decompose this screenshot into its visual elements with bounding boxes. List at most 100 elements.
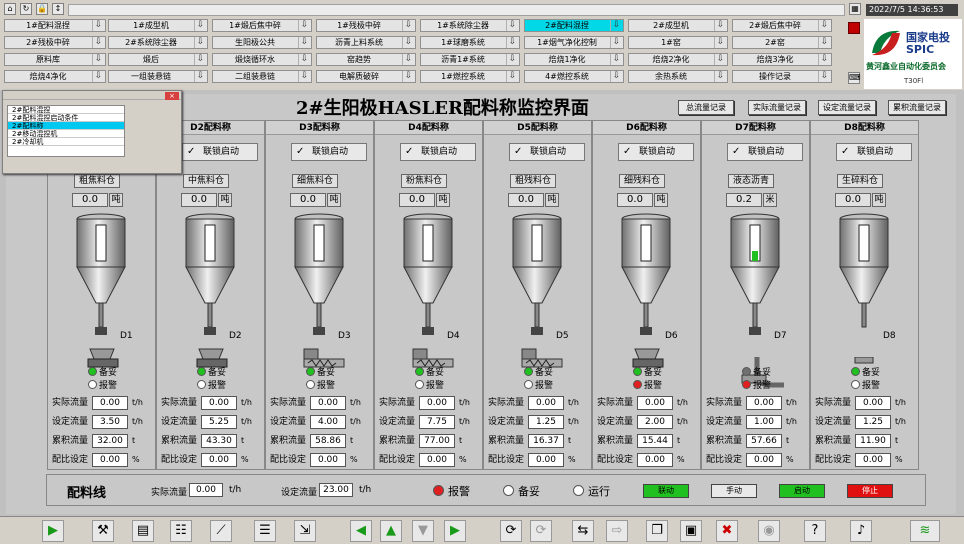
linked-mode-button[interactable]: 联动 (643, 484, 689, 498)
nav-item-3-3[interactable]: 电解质破碎 ⇩ (316, 70, 416, 83)
sound-icon[interactable]: ♪ (850, 520, 872, 542)
actual-flow-record-button[interactable]: 实际流量记录 (748, 100, 806, 115)
tools-icon[interactable]: ⚒ (92, 520, 114, 542)
ratio-value[interactable]: 0.00 (746, 453, 782, 467)
alarm-indicator[interactable] (848, 22, 860, 34)
manual-mode-button[interactable]: 手动 (711, 484, 757, 498)
lock-icon[interactable]: 🔒 (36, 3, 48, 15)
nav-item-0-1[interactable]: 1#成型机 ⇩ (108, 19, 208, 32)
line-set-value[interactable]: 23.00 (319, 483, 353, 497)
nav-item-3-1[interactable]: 一组装悬链 ⇩ (108, 70, 208, 83)
nav-item-0-4[interactable]: 1#系统除尘器 ⇩ (420, 19, 520, 32)
save-icon[interactable]: ▣ (680, 520, 702, 542)
set-flow-value[interactable]: 7.75 (419, 415, 455, 429)
nav-item-1-4[interactable]: 1#球磨系统 ⇩ (420, 36, 520, 49)
nav-item-3-2[interactable]: 二组装悬链 ⇩ (212, 70, 312, 83)
nav-item-0-5[interactable]: 2#配料混捏 ⇩ (524, 19, 624, 32)
export-icon[interactable]: ⇲ (294, 520, 316, 542)
interlock-checkbox[interactable]: ✓ 联锁启动 (400, 143, 476, 161)
popup-item[interactable]: 2#冷却机 (8, 138, 124, 146)
close-icon[interactable]: × (165, 92, 179, 100)
popup-item[interactable]: 2#配料混捏启动条件 (8, 114, 124, 122)
arrow-down-icon[interactable]: ▼ (412, 520, 434, 542)
interlock-checkbox[interactable]: ✓ 联锁启动 (291, 143, 367, 161)
cumulative-flow-record-button[interactable]: 累积流量记录 (888, 100, 946, 115)
ratio-value[interactable]: 0.00 (855, 453, 891, 467)
stop-button[interactable]: 停止 (847, 484, 893, 498)
refresh-icon[interactable]: ↻ (20, 3, 32, 15)
nav-item-0-7[interactable]: 2#煅后焦中碎 ⇩ (732, 19, 832, 32)
help-icon[interactable]: ? (804, 520, 826, 542)
total-flow-record-button[interactable]: 总流量记录 (678, 100, 734, 115)
total-flow-value: 11.90 (855, 434, 891, 448)
set-flow-value[interactable]: 1.00 (746, 415, 782, 429)
set-flow-record-button[interactable]: 设定流量记录 (818, 100, 876, 115)
interlock-checkbox[interactable]: ✓ 联锁启动 (618, 143, 694, 161)
nav-item-2-0[interactable]: 原料库 ⇩ (4, 53, 106, 66)
interlock-checkbox[interactable]: ✓ 联锁启动 (836, 143, 912, 161)
keyboard-icon[interactable]: ⌨ (848, 72, 861, 84)
report-icon[interactable]: ☷ (170, 520, 192, 542)
interlock-checkbox[interactable]: ✓ 联锁启动 (182, 143, 258, 161)
nav-item-2-3[interactable]: 窑趋势 ⇩ (316, 53, 416, 66)
home-icon[interactable]: ⌂ (4, 3, 16, 15)
nav-item-1-0[interactable]: 2#残极中碎 ⇩ (4, 36, 106, 49)
start-button[interactable]: 启动 (779, 484, 825, 498)
trend-icon[interactable]: ⟋ (210, 520, 232, 542)
nav-item-2-5[interactable]: 焙烧1净化 ⇩ (524, 53, 624, 66)
nav-item-2-4[interactable]: 沥青1#系统 ⇩ (420, 53, 520, 66)
popup-item[interactable]: 2#移动混捏机 (8, 130, 124, 138)
list-icon[interactable]: ☰ (254, 520, 276, 542)
ratio-value[interactable]: 0.00 (528, 453, 564, 467)
ratio-value[interactable]: 0.00 (637, 453, 673, 467)
nav-item-0-3[interactable]: 1#残极中碎 ⇩ (316, 19, 416, 32)
delete-icon[interactable]: ✖ (716, 520, 738, 542)
nav-item-3-7[interactable]: 操作记录 ⇩ (732, 70, 832, 83)
nav-item-2-6[interactable]: 焙烧2净化 ⇩ (628, 53, 728, 66)
cycle-disabled-icon[interactable]: ⟳ (530, 520, 552, 542)
nav-item-3-5[interactable]: 4#燃控系统 ⇩ (524, 70, 624, 83)
set-flow-value[interactable]: 3.50 (92, 415, 128, 429)
screen-switch-icon[interactable]: ⇆ (572, 520, 594, 542)
interlock-checkbox[interactable]: ✓ 联锁启动 (727, 143, 803, 161)
play-icon[interactable]: ▶ (42, 520, 64, 542)
nav-item-1-2[interactable]: 生阳极公共 ⇩ (212, 36, 312, 49)
logo-icon[interactable]: ≋ (910, 520, 940, 542)
set-flow-value[interactable]: 5.25 (201, 415, 237, 429)
nav-item-3-6[interactable]: 余热系统 ⇩ (628, 70, 728, 83)
interlock-checkbox[interactable]: ✓ 联锁启动 (509, 143, 585, 161)
popup-item[interactable]: 2#配料称 (8, 122, 124, 130)
ratio-value[interactable]: 0.00 (419, 453, 455, 467)
ratio-value[interactable]: 0.00 (92, 453, 128, 467)
total-flow-value: 16.37 (528, 434, 564, 448)
nav-item-2-1[interactable]: 煅后 ⇩ (108, 53, 208, 66)
arrow-icon[interactable]: ↕ (52, 3, 64, 15)
set-flow-value[interactable]: 4.00 (310, 415, 346, 429)
nav-item-1-1[interactable]: 2#系统除尘器 ⇩ (108, 36, 208, 49)
nav-item-2-2[interactable]: 煅烧循环水 ⇩ (212, 53, 312, 66)
nav-item-1-6[interactable]: 1#窑 ⇩ (628, 36, 728, 49)
popup-item[interactable]: 2#配料混捏 (8, 106, 124, 114)
nav-item-0-2[interactable]: 1#煅后焦中碎 ⇩ (212, 19, 312, 32)
nav-item-2-7[interactable]: 焙烧3净化 ⇩ (732, 53, 832, 66)
arrow-left-icon[interactable]: ◀ (350, 520, 372, 542)
copy-icon[interactable]: ❐ (646, 520, 668, 542)
arrow-right-icon[interactable]: ▶ (444, 520, 466, 542)
arrow-up-icon[interactable]: ▲ (380, 520, 402, 542)
nav-item-3-0[interactable]: 焙烧4净化 ⇩ (4, 70, 106, 83)
nav-item-3-4[interactable]: 1#燃控系统 ⇩ (420, 70, 520, 83)
forward-disabled-icon[interactable]: ⇨ (606, 520, 628, 542)
nav-item-1-7[interactable]: 2#窑 ⇩ (732, 36, 832, 49)
ratio-value[interactable]: 0.00 (310, 453, 346, 467)
nav-item-0-6[interactable]: 2#成型机 ⇩ (628, 19, 728, 32)
nav-item-1-3[interactable]: 沥青上料系统 ⇩ (316, 36, 416, 49)
set-flow-value[interactable]: 1.25 (528, 415, 564, 429)
set-flow-value[interactable]: 2.00 (637, 415, 673, 429)
document-icon[interactable]: ▤ (132, 520, 154, 542)
nav-item-1-5[interactable]: 1#烟气净化控制 ⇩ (524, 36, 624, 49)
nav-item-0-0[interactable]: 1#配料混捏 ⇩ (4, 19, 106, 32)
set-flow-value[interactable]: 1.25 (855, 415, 891, 429)
cycle-icon[interactable]: ⟳ (500, 520, 522, 542)
view-icon[interactable]: ◉ (758, 520, 780, 542)
ratio-value[interactable]: 0.00 (201, 453, 237, 467)
